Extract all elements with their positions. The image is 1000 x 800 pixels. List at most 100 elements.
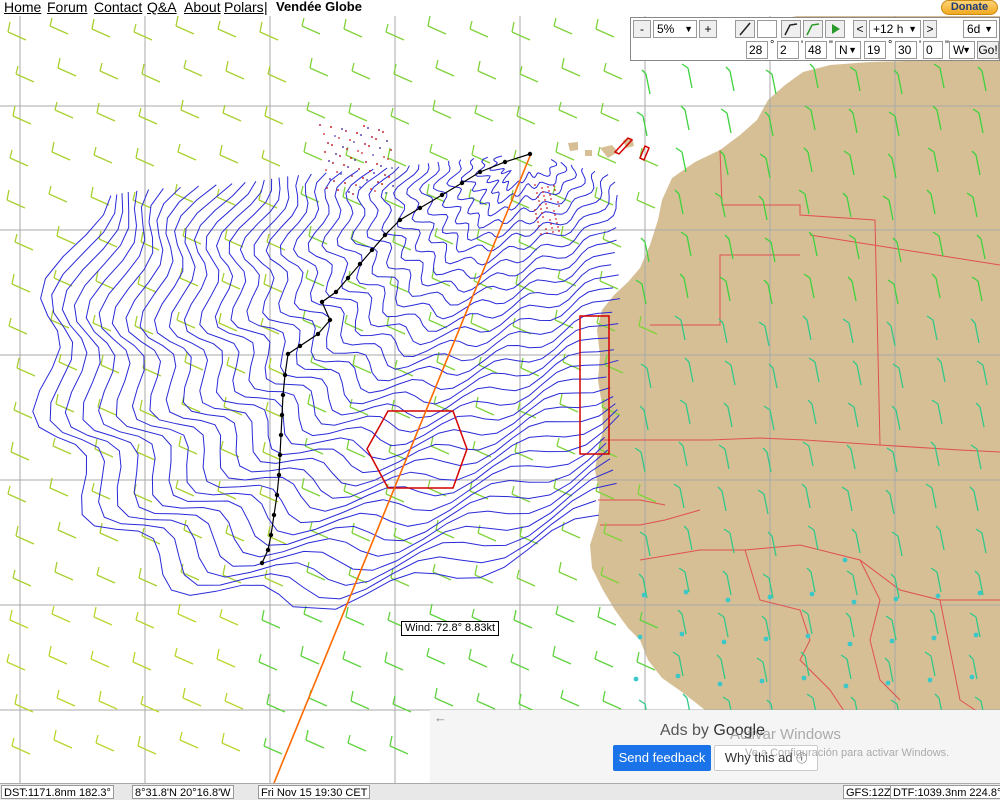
- wind-barb: [347, 270, 367, 290]
- forecast-days-select[interactable]: 6d ▼: [963, 20, 997, 38]
- wind-barb: [559, 393, 579, 413]
- nav-contact-link[interactable]: Contact: [94, 0, 142, 15]
- land-marker: [885, 680, 891, 686]
- top-navigation: Home Forum Contact Q&A About Polars | Ve…: [0, 0, 1000, 16]
- scatter-point: [346, 148, 348, 150]
- wind-barb: [555, 605, 575, 623]
- track-point: [265, 547, 271, 553]
- wind-barb: [96, 566, 116, 584]
- nav-home-link[interactable]: Home: [4, 0, 41, 15]
- lat-minutes-input[interactable]: 2: [777, 41, 799, 59]
- scatter-point: [541, 212, 543, 214]
- lat-hemisphere-select[interactable]: N ▼: [835, 41, 861, 59]
- wind-barb: [474, 104, 494, 122]
- wind-barb: [6, 653, 26, 671]
- track-point: [315, 331, 321, 337]
- nav-polars-link[interactable]: Polars: [224, 0, 264, 15]
- time-prev-button[interactable]: <: [853, 20, 867, 38]
- wind-barb: [344, 314, 364, 332]
- wind-barb: [133, 23, 153, 41]
- isochrones: [32, 155, 620, 610]
- scatter-point: [350, 157, 352, 159]
- wind-barb: [552, 185, 572, 203]
- wind-barb: [98, 690, 118, 710]
- scatter-point: [332, 162, 334, 164]
- wind-barb: [174, 647, 194, 665]
- lon-minutes-input[interactable]: 30: [895, 41, 917, 59]
- wind-barb: [309, 57, 329, 77]
- track-point: [279, 412, 285, 418]
- track-point: [319, 299, 325, 305]
- scatter-point: [371, 136, 373, 138]
- wind-barb: [597, 606, 617, 626]
- lon-hemisphere-select[interactable]: W ▼: [949, 41, 975, 59]
- measure-tool-icon[interactable]: [735, 20, 755, 38]
- scatter-point: [348, 191, 350, 193]
- send-feedback-button[interactable]: Send feedback: [613, 745, 711, 771]
- ads-by-text: Ads by: [660, 722, 709, 739]
- lon-degrees-input[interactable]: 19: [864, 41, 886, 59]
- scatter-point: [330, 126, 332, 128]
- zoom-select[interactable]: 5% ▼: [653, 20, 697, 38]
- scatter-point: [541, 187, 543, 189]
- go-button[interactable]: Go!: [977, 41, 999, 59]
- isochrone-line: [406, 163, 616, 266]
- scatter-point: [550, 223, 552, 225]
- track-point: [276, 472, 282, 478]
- wind-barb: [15, 65, 35, 83]
- wind-barb: [53, 729, 73, 749]
- green-route-tool-icon[interactable]: [803, 20, 823, 38]
- wind-barb: [49, 17, 69, 35]
- wind-barb: [54, 101, 74, 119]
- lon-seconds-input[interactable]: 0: [923, 41, 943, 59]
- track-point: [277, 452, 283, 458]
- ad-back-icon[interactable]: ←: [434, 710, 447, 725]
- zoom-out-button[interactable]: -: [633, 20, 651, 38]
- nav-forum-link[interactable]: Forum: [47, 0, 87, 15]
- land-marker: [633, 676, 639, 682]
- wind-barb: [225, 524, 245, 542]
- wind-barb: [263, 737, 283, 755]
- wind-barb: [594, 650, 614, 668]
- wind-barb: [218, 312, 238, 332]
- nav-qa-link[interactable]: Q&A: [147, 0, 177, 15]
- lat-seconds-input[interactable]: 48: [805, 41, 827, 59]
- deg-symbol: °: [888, 39, 893, 51]
- wind-barb: [432, 563, 452, 581]
- land-marker: [842, 557, 848, 563]
- wind-barb: [91, 18, 111, 38]
- scatter-point: [329, 178, 331, 180]
- map-canvas[interactable]: [0, 16, 1000, 783]
- land-marker: [847, 641, 853, 647]
- time-step-value: +12 h: [873, 22, 904, 36]
- wind-barb: [389, 275, 409, 293]
- scatter-point: [344, 182, 346, 184]
- zoom-in-button[interactable]: +: [699, 20, 717, 38]
- scatter-point: [337, 189, 339, 191]
- wind-barb: [13, 401, 33, 419]
- scatter-point: [551, 227, 553, 229]
- wind-barb: [392, 231, 412, 251]
- wind-barb: [132, 651, 152, 671]
- play-icon[interactable]: [825, 20, 845, 38]
- windows-activation-subtitle: Ve a Configuración para activar Windows.: [745, 747, 950, 759]
- scatter-point: [553, 185, 555, 187]
- lat-degrees-input[interactable]: 28: [746, 41, 768, 59]
- nav-about-link[interactable]: About: [184, 0, 221, 15]
- donate-button[interactable]: Donate: [941, 0, 998, 15]
- blank-tool-icon[interactable]: [757, 20, 777, 38]
- scatter-point: [384, 174, 386, 176]
- wind-barb: [393, 527, 413, 545]
- wind-barb: [511, 485, 531, 503]
- time-step-select[interactable]: +12 h ▼: [869, 20, 921, 38]
- track-point: [502, 159, 508, 165]
- chevron-down-icon: ▼: [848, 45, 857, 55]
- scatter-point: [342, 146, 344, 148]
- time-next-button[interactable]: >: [923, 20, 937, 38]
- isochrone-line: [183, 182, 614, 474]
- route-tool-icon[interactable]: [781, 20, 801, 38]
- wind-barb: [261, 149, 281, 167]
- isochrone-line: [292, 172, 620, 370]
- status-gfs: GFS:12Z: [843, 785, 894, 799]
- wind-barb: [346, 438, 366, 458]
